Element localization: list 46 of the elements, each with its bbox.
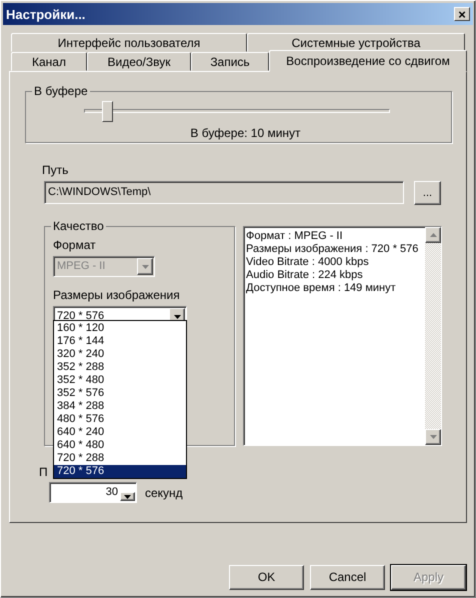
format-label: Формат: [53, 239, 97, 252]
dropdown-option[interactable]: 720 * 288: [54, 452, 186, 465]
scroll-down-button[interactable]: [425, 429, 441, 445]
tab[interactable]: Видео/Звук: [87, 52, 191, 71]
dropdown-option[interactable]: 640 * 240: [54, 426, 186, 439]
info-line: Audio Bitrate : 224 kbps: [246, 269, 364, 282]
slider-reading: В буфере: 10 минут: [189, 127, 302, 140]
tab[interactable]: Канал: [11, 52, 87, 71]
close-button[interactable]: ×: [454, 7, 470, 21]
dropdown-option[interactable]: 320 * 240: [54, 348, 186, 361]
tab[interactable]: Интерфейс пользователя: [11, 33, 247, 52]
size-label: Размеры изображения: [53, 289, 181, 302]
path-label: Путь: [42, 164, 70, 177]
spin-field[interactable]: 30: [49, 482, 137, 503]
tab[interactable]: Воспроизведение со сдвигом: [269, 50, 467, 72]
dialog-button[interactable]: OK: [229, 565, 304, 590]
window-title: Настройки...: [6, 8, 86, 20]
path-field[interactable]: C:\WINDOWS\Temp\: [44, 181, 404, 204]
tab[interactable]: Запись: [191, 52, 269, 71]
info-line: Размеры изображения : 720 * 576: [246, 243, 418, 256]
dropdown-option[interactable]: 176 * 144: [54, 335, 186, 348]
unit-label: секунд: [145, 487, 183, 500]
dropdown-option[interactable]: 352 * 288: [54, 361, 186, 374]
slider-thumb[interactable]: [102, 101, 113, 122]
up-arrow-icon: [430, 233, 436, 237]
group-title: В буфере: [32, 85, 90, 98]
delay-label: П: [39, 466, 48, 479]
caret-icon: [137, 258, 153, 275]
info-line: Формат : MPEG - II: [246, 230, 344, 243]
group-title: Качество: [51, 220, 106, 233]
spin-down-button[interactable]: [120, 492, 135, 501]
tab[interactable]: Системные устройства: [247, 33, 465, 52]
dropdown-option[interactable]: 480 * 576: [54, 413, 186, 426]
info-line: Доступное время : 149 минут: [246, 282, 397, 295]
down-arrow-icon: [430, 435, 436, 439]
dropdown-option[interactable]: 640 * 480: [54, 439, 186, 452]
dialog-button[interactable]: Cancel: [310, 565, 385, 590]
scrollbar[interactable]: [425, 227, 441, 445]
scroll-up-button[interactable]: [425, 227, 441, 243]
dropdown-option[interactable]: 384 * 288: [54, 400, 186, 413]
browse-button[interactable]: ...: [414, 181, 441, 205]
down-arrow-icon: [124, 494, 131, 498]
dropdown-option[interactable]: 720 * 576: [54, 465, 186, 478]
dropdown-option[interactable]: 352 * 576: [54, 387, 186, 400]
dropdown-option[interactable]: 352 * 480: [54, 374, 186, 387]
info-line: Video Bitrate : 4000 kbps: [246, 256, 370, 269]
